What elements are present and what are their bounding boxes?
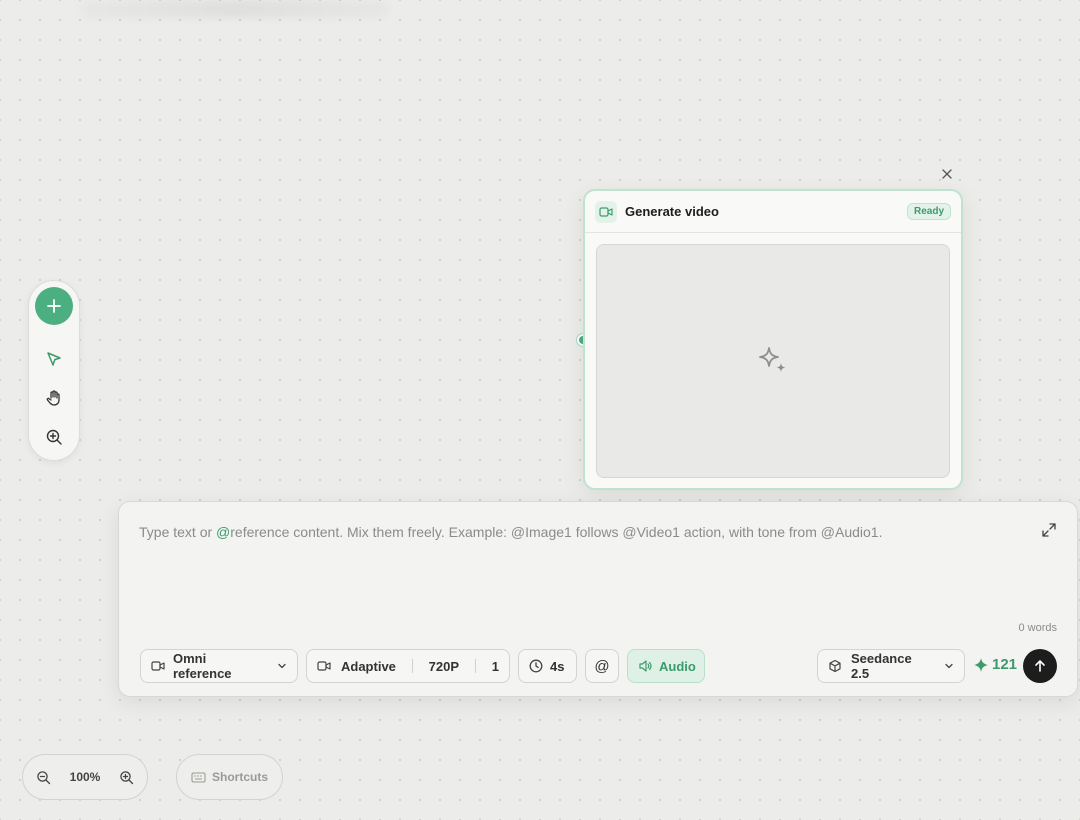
expand-editor-button[interactable]: [1039, 520, 1059, 540]
duration-button[interactable]: 4s: [518, 649, 577, 683]
shortcuts-button[interactable]: Shortcuts: [176, 754, 283, 800]
cursor-arrow-icon: [47, 352, 61, 366]
audio-toggle[interactable]: Audio: [627, 649, 705, 683]
status-badge: Ready: [906, 203, 951, 220]
zoom-level: 100%: [69, 770, 101, 784]
sparkle-icon: [974, 657, 988, 672]
zoom-out-icon: [36, 770, 50, 784]
model-dropdown[interactable]: Seedance 2.5: [817, 649, 965, 683]
ratio-value: Adaptive: [341, 658, 396, 674]
node-title: Generate video: [625, 204, 719, 219]
pan-tool-button[interactable]: [42, 386, 66, 410]
node-header: Generate video Ready: [585, 191, 961, 233]
divider: [411, 659, 413, 673]
close-node-button[interactable]: [938, 165, 956, 183]
zoom-tool-button[interactable]: [42, 425, 66, 449]
video-settings-button[interactable]: Adaptive 720P 1: [306, 649, 510, 683]
expand-icon: [1042, 523, 1056, 537]
send-button[interactable]: [1023, 649, 1057, 683]
speaker-icon: [639, 660, 652, 672]
zoom-in-icon: [46, 429, 62, 445]
video-camera-icon: [317, 661, 331, 671]
hand-icon: [46, 390, 60, 406]
count-value: 1: [491, 658, 499, 674]
mention-button[interactable]: @: [585, 649, 619, 683]
top-bar-placeholder: [80, 0, 390, 18]
video-camera-icon: [595, 200, 617, 223]
word-count: 0 words: [1018, 622, 1057, 634]
chevron-down-icon: [945, 663, 953, 669]
arrow-up-icon: [1035, 660, 1045, 672]
generate-video-node[interactable]: Generate video Ready: [583, 189, 963, 490]
select-tool-button[interactable]: [42, 347, 66, 371]
add-node-button[interactable]: [35, 287, 73, 325]
prompt-panel: Type text or @reference content. Mix the…: [118, 501, 1078, 697]
zoom-controls: 100%: [22, 754, 148, 800]
at-sign-icon: @: [594, 657, 610, 675]
zoom-out-button[interactable]: [33, 767, 53, 787]
resolution-value: 720P: [428, 658, 460, 674]
credits-indicator: 121: [973, 656, 1017, 673]
keyboard-icon: [191, 771, 206, 783]
plus-icon: [47, 299, 61, 313]
video-preview-area: [596, 244, 950, 478]
zoom-in-button[interactable]: [117, 767, 137, 787]
zoom-in-icon: [120, 770, 134, 784]
chevron-down-icon: [278, 663, 286, 669]
sparkles-icon: [759, 347, 786, 372]
video-camera-icon: [151, 661, 165, 671]
canvas-toolbar: [28, 280, 80, 461]
close-icon: [942, 169, 952, 179]
cube-icon: [829, 659, 841, 673]
prompt-input[interactable]: Type text or @reference content. Mix the…: [139, 524, 882, 540]
divider: [475, 659, 476, 673]
clock-icon: [529, 659, 543, 673]
reference-mode-dropdown[interactable]: Omni reference: [140, 649, 298, 683]
